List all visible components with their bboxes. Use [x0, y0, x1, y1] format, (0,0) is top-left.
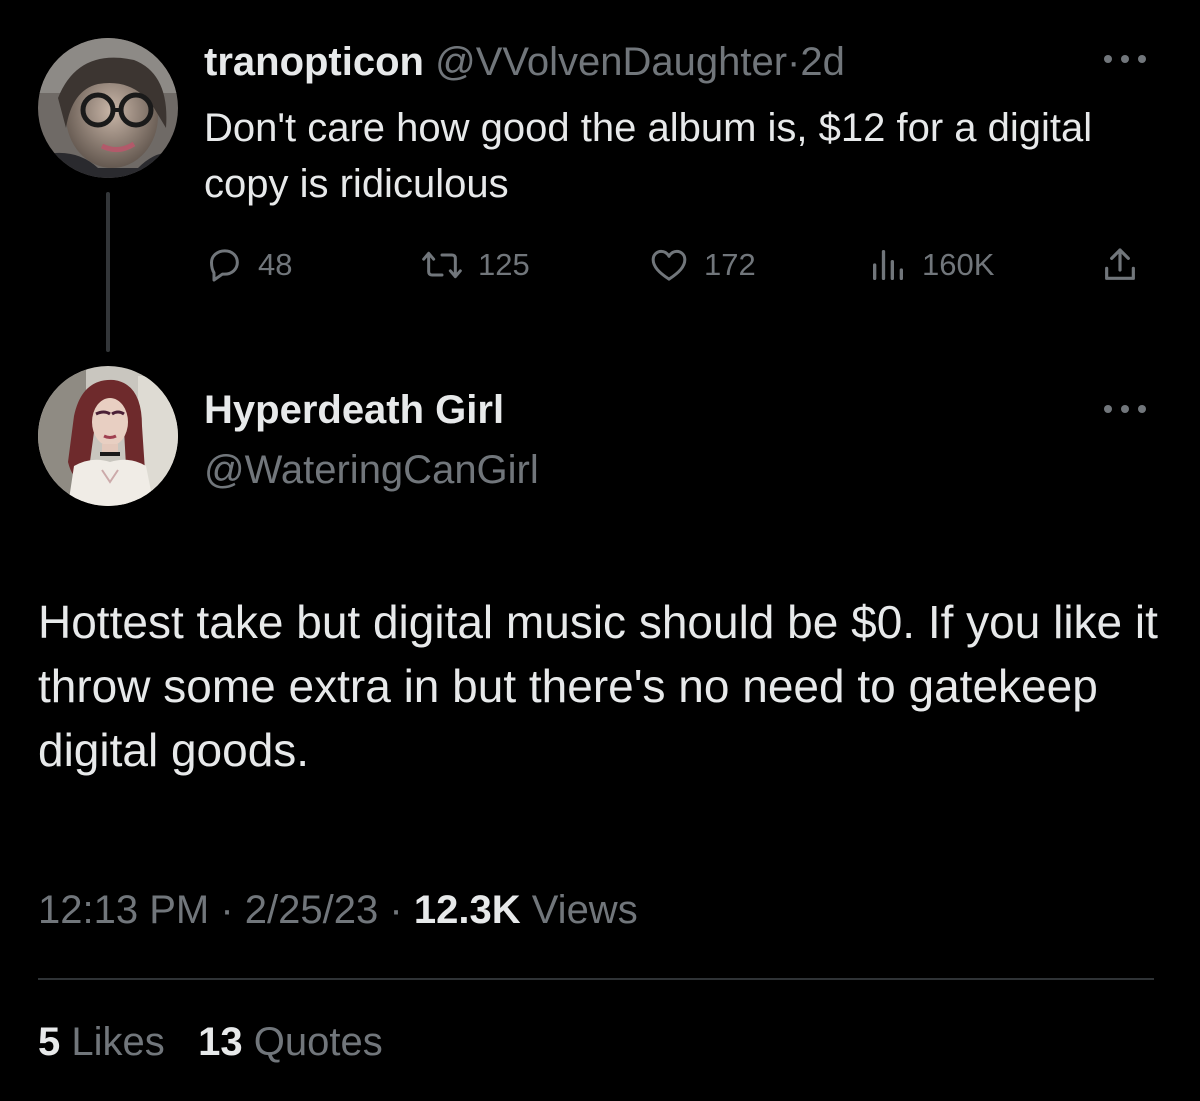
- quotes-count: 13: [198, 1020, 243, 1064]
- quotes-stat[interactable]: 13 Quotes: [198, 1020, 383, 1064]
- reply-button[interactable]: 48: [204, 240, 292, 290]
- reply-count: 48: [258, 247, 293, 282]
- parent-tweet-text: Don't care how good the album is, $12 fo…: [204, 106, 1093, 206]
- like-count: 172: [704, 247, 756, 282]
- views-label: Views: [531, 888, 638, 932]
- separator-dot: ·: [389, 888, 403, 932]
- like-button[interactable]: 172: [648, 240, 756, 290]
- likes-label: Likes: [71, 1020, 165, 1064]
- share-icon: [1105, 248, 1135, 280]
- view-count: 160K: [922, 247, 995, 282]
- views-icon: [873, 250, 903, 280]
- reply-icon: [210, 249, 239, 282]
- engagement-stats: 5 Likes 13 Quotes: [38, 1016, 383, 1068]
- separator-dot: ·: [787, 40, 801, 84]
- tweet-time-ago[interactable]: 2d: [800, 40, 845, 84]
- divider: [38, 978, 1154, 980]
- tweet-date[interactable]: 2/25/23: [245, 888, 378, 932]
- likes-stat[interactable]: 5 Likes: [38, 1020, 165, 1064]
- retweet-icon: [422, 251, 462, 279]
- likes-count: 5: [38, 1020, 61, 1064]
- retweet-button[interactable]: 125: [420, 240, 530, 290]
- parent-tweet-header: tranopticon @VVolvenDaughter·2d: [204, 38, 845, 86]
- tweet-actions-bar: 48 125 172 160K: [204, 240, 1150, 290]
- avatar-tranopticon[interactable]: [38, 38, 178, 178]
- views-count: 12.3K: [413, 888, 521, 932]
- more-icon[interactable]: [1104, 402, 1146, 416]
- thread-connector-line: [106, 192, 110, 352]
- author-name[interactable]: tranopticon: [204, 40, 424, 84]
- heart-icon: [651, 249, 687, 281]
- main-tweet-text: Hottest take but digital music should be…: [38, 596, 1158, 776]
- author-name[interactable]: Hyperdeath Girl: [204, 386, 504, 434]
- quotes-label: Quotes: [253, 1020, 383, 1064]
- views-button[interactable]: 160K: [868, 240, 994, 290]
- share-button[interactable]: [1100, 240, 1154, 290]
- avatar-hyperdeath-girl[interactable]: [38, 366, 178, 506]
- author-handle[interactable]: @VVolvenDaughter: [435, 40, 787, 84]
- tweet-time[interactable]: 12:13 PM: [38, 888, 209, 932]
- retweet-count: 125: [478, 247, 530, 282]
- author-handle[interactable]: @WateringCanGirl: [204, 446, 539, 494]
- more-icon[interactable]: [1104, 52, 1146, 66]
- separator-dot: ·: [220, 888, 234, 932]
- tweet-metadata: 12:13 PM · 2/25/23 · 12.3K Views: [38, 884, 638, 936]
